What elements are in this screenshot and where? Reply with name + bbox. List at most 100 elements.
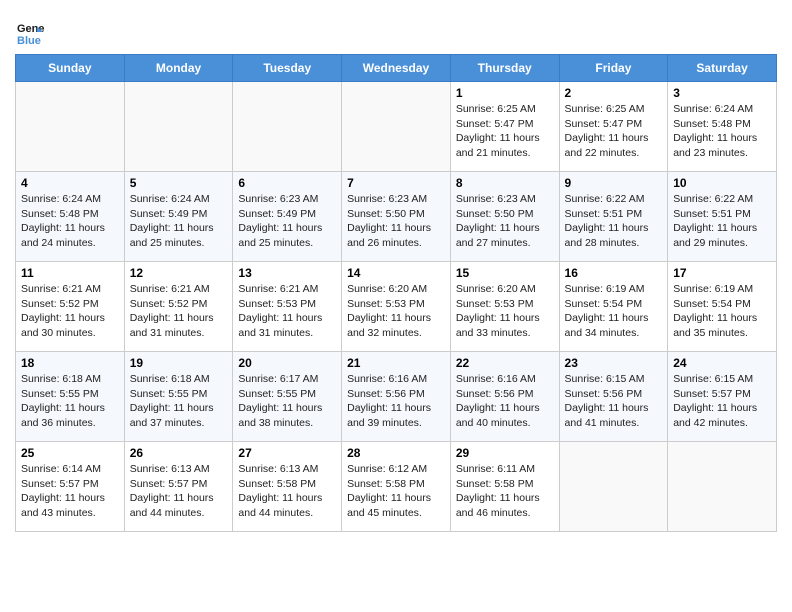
cell-date: 21 — [347, 356, 445, 370]
cell-info: Sunrise: 6:18 AM Sunset: 5:55 PM Dayligh… — [21, 372, 119, 431]
cell-date: 27 — [238, 446, 336, 460]
cell-date: 13 — [238, 266, 336, 280]
cell-date: 14 — [347, 266, 445, 280]
calendar-cell: 12 Sunrise: 6:21 AM Sunset: 5:52 PM Dayli… — [124, 262, 233, 352]
calendar-cell: 25 Sunrise: 6:14 AM Sunset: 5:57 PM Dayli… — [16, 442, 125, 532]
cell-date: 28 — [347, 446, 445, 460]
week-row-5: 25 Sunrise: 6:14 AM Sunset: 5:57 PM Dayli… — [16, 442, 777, 532]
cell-date: 12 — [130, 266, 228, 280]
cell-info: Sunrise: 6:22 AM Sunset: 5:51 PM Dayligh… — [565, 192, 663, 251]
cell-date: 16 — [565, 266, 663, 280]
week-row-4: 18 Sunrise: 6:18 AM Sunset: 5:55 PM Dayli… — [16, 352, 777, 442]
cell-date: 23 — [565, 356, 663, 370]
cell-info: Sunrise: 6:12 AM Sunset: 5:58 PM Dayligh… — [347, 462, 445, 521]
calendar-cell: 13 Sunrise: 6:21 AM Sunset: 5:53 PM Dayli… — [233, 262, 342, 352]
calendar-cell: 28 Sunrise: 6:12 AM Sunset: 5:58 PM Dayli… — [342, 442, 451, 532]
cell-date: 7 — [347, 176, 445, 190]
day-header-wednesday: Wednesday — [342, 55, 451, 82]
cell-date: 1 — [456, 86, 554, 100]
cell-info: Sunrise: 6:21 AM Sunset: 5:53 PM Dayligh… — [238, 282, 336, 341]
cell-info: Sunrise: 6:15 AM Sunset: 5:57 PM Dayligh… — [673, 372, 771, 431]
cell-info: Sunrise: 6:17 AM Sunset: 5:55 PM Dayligh… — [238, 372, 336, 431]
cell-info: Sunrise: 6:13 AM Sunset: 5:58 PM Dayligh… — [238, 462, 336, 521]
calendar-cell: 4 Sunrise: 6:24 AM Sunset: 5:48 PM Daylig… — [16, 172, 125, 262]
calendar-cell — [342, 82, 451, 172]
cell-info: Sunrise: 6:18 AM Sunset: 5:55 PM Dayligh… — [130, 372, 228, 431]
calendar-cell: 26 Sunrise: 6:13 AM Sunset: 5:57 PM Dayli… — [124, 442, 233, 532]
cell-date: 25 — [21, 446, 119, 460]
cell-info: Sunrise: 6:25 AM Sunset: 5:47 PM Dayligh… — [456, 102, 554, 161]
cell-date: 2 — [565, 86, 663, 100]
week-row-1: 1 Sunrise: 6:25 AM Sunset: 5:47 PM Daylig… — [16, 82, 777, 172]
cell-info: Sunrise: 6:23 AM Sunset: 5:50 PM Dayligh… — [347, 192, 445, 251]
logo-icon: General Blue — [15, 18, 45, 48]
cell-info: Sunrise: 6:16 AM Sunset: 5:56 PM Dayligh… — [456, 372, 554, 431]
cell-info: Sunrise: 6:11 AM Sunset: 5:58 PM Dayligh… — [456, 462, 554, 521]
page-header: General Blue — [15, 10, 777, 48]
calendar-cell: 10 Sunrise: 6:22 AM Sunset: 5:51 PM Dayli… — [668, 172, 777, 262]
cell-info: Sunrise: 6:21 AM Sunset: 5:52 PM Dayligh… — [130, 282, 228, 341]
cell-date: 26 — [130, 446, 228, 460]
calendar-cell: 17Sunrise: 6:19 AM Sunset: 5:54 PM Dayli… — [668, 262, 777, 352]
calendar-cell: 29Sunrise: 6:11 AM Sunset: 5:58 PM Dayli… — [450, 442, 559, 532]
calendar-cell: 16 Sunrise: 6:19 AM Sunset: 5:54 PM Dayli… — [559, 262, 668, 352]
cell-info: Sunrise: 6:20 AM Sunset: 5:53 PM Dayligh… — [347, 282, 445, 341]
cell-info: Sunrise: 6:24 AM Sunset: 5:48 PM Dayligh… — [673, 102, 771, 161]
week-row-3: 11 Sunrise: 6:21 AM Sunset: 5:52 PM Dayli… — [16, 262, 777, 352]
cell-info: Sunrise: 6:16 AM Sunset: 5:56 PM Dayligh… — [347, 372, 445, 431]
calendar-cell: 8 Sunrise: 6:23 AM Sunset: 5:50 PM Daylig… — [450, 172, 559, 262]
cell-info: Sunrise: 6:24 AM Sunset: 5:48 PM Dayligh… — [21, 192, 119, 251]
calendar-cell: 2 Sunrise: 6:25 AM Sunset: 5:47 PM Daylig… — [559, 82, 668, 172]
cell-info: Sunrise: 6:23 AM Sunset: 5:49 PM Dayligh… — [238, 192, 336, 251]
calendar-cell: 24 Sunrise: 6:15 AM Sunset: 5:57 PM Dayli… — [668, 352, 777, 442]
cell-info: Sunrise: 6:25 AM Sunset: 5:47 PM Dayligh… — [565, 102, 663, 161]
cell-date: 20 — [238, 356, 336, 370]
cell-info: Sunrise: 6:13 AM Sunset: 5:57 PM Dayligh… — [130, 462, 228, 521]
calendar-cell: 22 Sunrise: 6:16 AM Sunset: 5:56 PM Dayli… — [450, 352, 559, 442]
cell-info: Sunrise: 6:24 AM Sunset: 5:49 PM Dayligh… — [130, 192, 228, 251]
cell-date: 4 — [21, 176, 119, 190]
calendar-cell: 3Sunrise: 6:24 AM Sunset: 5:48 PM Daylig… — [668, 82, 777, 172]
calendar-cell: 15 Sunrise: 6:20 AM Sunset: 5:53 PM Dayli… — [450, 262, 559, 352]
logo: General Blue — [15, 18, 49, 48]
cell-date: 10 — [673, 176, 771, 190]
svg-text:Blue: Blue — [17, 35, 41, 47]
svg-text:General: General — [17, 23, 45, 35]
cell-date: 9 — [565, 176, 663, 190]
calendar-cell: 27 Sunrise: 6:13 AM Sunset: 5:58 PM Dayli… — [233, 442, 342, 532]
cell-date: 24 — [673, 356, 771, 370]
cell-date: 11 — [21, 266, 119, 280]
cell-info: Sunrise: 6:15 AM Sunset: 5:56 PM Dayligh… — [565, 372, 663, 431]
calendar-cell: 19 Sunrise: 6:18 AM Sunset: 5:55 PM Dayli… — [124, 352, 233, 442]
cell-date: 6 — [238, 176, 336, 190]
cell-info: Sunrise: 6:23 AM Sunset: 5:50 PM Dayligh… — [456, 192, 554, 251]
cell-info: Sunrise: 6:19 AM Sunset: 5:54 PM Dayligh… — [673, 282, 771, 341]
cell-date: 22 — [456, 356, 554, 370]
cell-date: 18 — [21, 356, 119, 370]
cell-info: Sunrise: 6:22 AM Sunset: 5:51 PM Dayligh… — [673, 192, 771, 251]
calendar-cell: 14 Sunrise: 6:20 AM Sunset: 5:53 PM Dayli… — [342, 262, 451, 352]
calendar-cell: 1 Sunrise: 6:25 AM Sunset: 5:47 PM Daylig… — [450, 82, 559, 172]
cell-info: Sunrise: 6:21 AM Sunset: 5:52 PM Dayligh… — [21, 282, 119, 341]
cell-info: Sunrise: 6:20 AM Sunset: 5:53 PM Dayligh… — [456, 282, 554, 341]
day-header-saturday: Saturday — [668, 55, 777, 82]
cell-info: Sunrise: 6:19 AM Sunset: 5:54 PM Dayligh… — [565, 282, 663, 341]
calendar-cell: 5Sunrise: 6:24 AM Sunset: 5:49 PM Daylig… — [124, 172, 233, 262]
calendar-cell — [668, 442, 777, 532]
calendar-cell — [559, 442, 668, 532]
day-header-thursday: Thursday — [450, 55, 559, 82]
cell-date: 8 — [456, 176, 554, 190]
day-header-sunday: Sunday — [16, 55, 125, 82]
cell-date: 15 — [456, 266, 554, 280]
calendar-cell: 7 Sunrise: 6:23 AM Sunset: 5:50 PM Daylig… — [342, 172, 451, 262]
calendar-cell: 18 Sunrise: 6:18 AM Sunset: 5:55 PM Dayli… — [16, 352, 125, 442]
calendar-cell — [124, 82, 233, 172]
cell-info: Sunrise: 6:14 AM Sunset: 5:57 PM Dayligh… — [21, 462, 119, 521]
calendar-cell: 21 Sunrise: 6:16 AM Sunset: 5:56 PM Dayli… — [342, 352, 451, 442]
day-header-monday: Monday — [124, 55, 233, 82]
calendar-cell: 11 Sunrise: 6:21 AM Sunset: 5:52 PM Dayli… — [16, 262, 125, 352]
calendar-cell — [233, 82, 342, 172]
cell-date: 19 — [130, 356, 228, 370]
calendar-cell: 6 Sunrise: 6:23 AM Sunset: 5:49 PM Daylig… — [233, 172, 342, 262]
calendar-cell — [16, 82, 125, 172]
